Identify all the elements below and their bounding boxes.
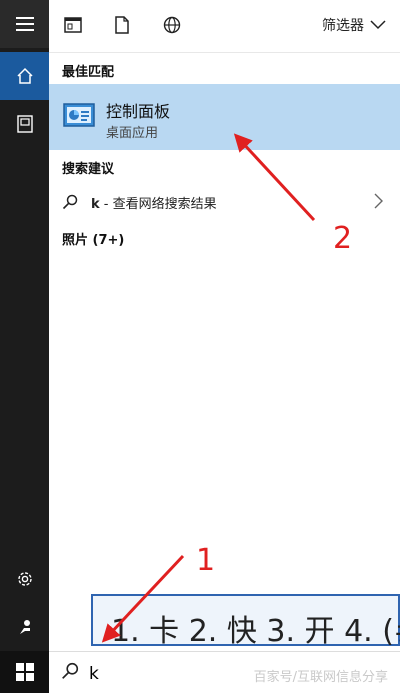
search-filter-bar: 筛选器 — [49, 0, 400, 53]
ime-candidate-bar[interactable]: 1. 卡 2. 快 3. 开 4. (# — [91, 594, 400, 649]
gear-icon — [17, 572, 32, 586]
filter-dropdown[interactable]: 筛选器 — [322, 15, 386, 35]
annotation-label-1: 1 — [196, 543, 215, 578]
watermark: 百家号/互联网信息分享 — [253, 670, 388, 685]
home-icon — [16, 67, 33, 84]
search-icon — [62, 194, 78, 210]
documents-filter-button[interactable] — [111, 14, 133, 36]
notebook-icon — [16, 115, 33, 133]
chevron-right-icon[interactable] — [374, 193, 384, 209]
annotation-label-2: 2 — [333, 221, 352, 256]
menu-button[interactable] — [0, 0, 49, 48]
suggestions-heading: 搜索建议 — [62, 162, 115, 177]
filter-label: 筛选器 — [322, 18, 364, 34]
suggestion-keyword: k — [91, 197, 100, 212]
ime-candidates[interactable]: 1. 卡 2. 快 3. 开 4. (# — [111, 606, 400, 650]
chevron-down-icon — [370, 20, 386, 30]
apps-filter-button[interactable] — [62, 14, 84, 36]
web-filter-button[interactable] — [161, 14, 183, 36]
suggestion-description: - 查看网络搜索结果 — [99, 197, 217, 212]
web-suggestion-item[interactable]: k - 查看网络搜索结果 — [49, 186, 400, 218]
best-match-heading: 最佳匹配 — [62, 65, 115, 80]
best-match-subtitle: 桌面应用 — [106, 126, 159, 141]
feedback-icon — [19, 620, 30, 634]
start-sidebar — [0, 0, 49, 693]
home-button[interactable] — [0, 52, 49, 100]
hamburger-icon — [15, 17, 34, 31]
start-button[interactable] — [0, 651, 49, 693]
control-panel-icon — [63, 103, 95, 127]
globe-icon — [163, 16, 181, 34]
app-icon — [64, 17, 82, 33]
notebook-button[interactable] — [0, 100, 49, 148]
settings-button[interactable] — [0, 555, 49, 603]
best-match-result[interactable]: 控制面板 桌面应用 — [49, 84, 400, 150]
document-icon — [115, 16, 129, 34]
suggestion-text: k - 查看网络搜索结果 — [91, 193, 217, 212]
search-icon — [62, 662, 79, 679]
best-match-title: 控制面板 — [106, 102, 171, 121]
windows-logo-icon — [15, 663, 34, 681]
feedback-button[interactable] — [0, 603, 49, 651]
taskbar-search-box[interactable]: 百家号/互联网信息分享 — [49, 651, 400, 694]
photos-heading[interactable]: 照片 (7+) — [62, 229, 124, 248]
